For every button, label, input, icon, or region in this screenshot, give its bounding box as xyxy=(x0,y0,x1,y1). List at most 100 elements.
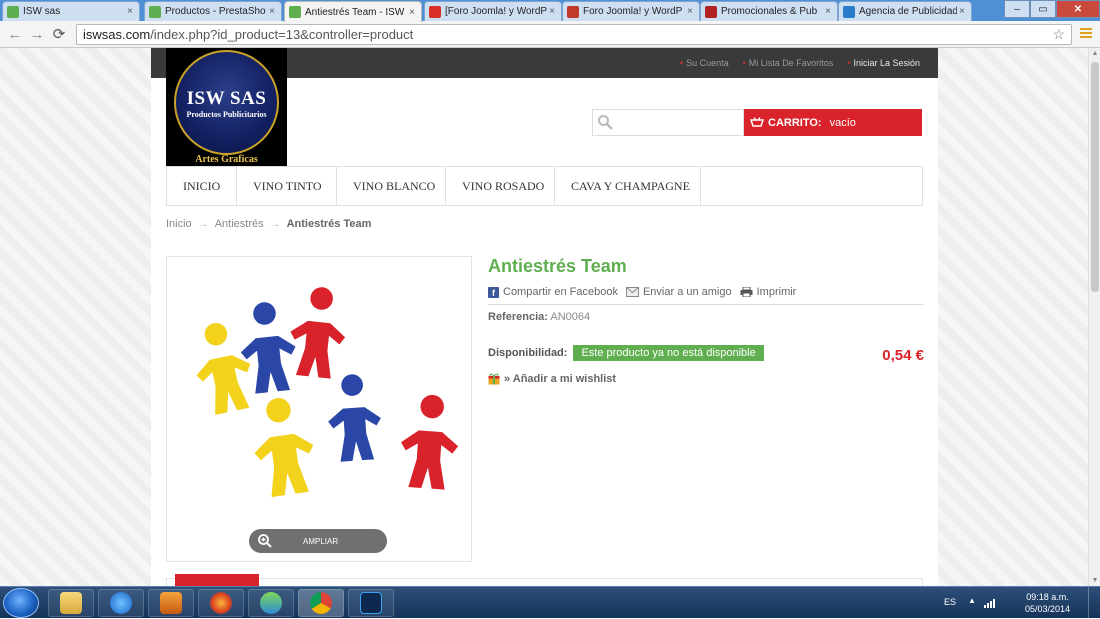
share-row: f Compartir en Facebook Enviar a un amig… xyxy=(488,286,924,305)
product-title: Antiestrés Team xyxy=(488,256,627,276)
photoshop-taskbar-icon[interactable] xyxy=(348,589,394,617)
printer-icon xyxy=(740,287,753,297)
facebook-icon: f xyxy=(488,286,499,298)
breadcrumb-link[interactable]: Antiestrés xyxy=(215,218,264,230)
breadcrumb: Inicio → Antiestrés → Antiestrés Team xyxy=(166,218,371,230)
nav-item-inicio[interactable]: INICIO xyxy=(167,167,237,205)
tab-favicon-icon xyxy=(429,5,441,18)
tray-expand-icon[interactable]: ▲ xyxy=(968,596,976,605)
show-desktop-button[interactable] xyxy=(1088,587,1100,619)
maximize-button[interactable]: ▭ xyxy=(1030,0,1056,18)
forward-arrow-icon[interactable]: → xyxy=(28,25,46,43)
tab-close-icon[interactable]: × xyxy=(407,7,417,18)
zoom-icon xyxy=(258,534,272,548)
browser-tab[interactable]: Promocionales & Pub × xyxy=(700,1,838,21)
reference-value: AN0064 xyxy=(550,311,591,323)
tab-close-icon[interactable]: × xyxy=(823,6,833,17)
login-link[interactable]: • Iniciar La Sesión xyxy=(847,58,920,68)
window-controls: – ▭ ✕ xyxy=(1004,0,1100,18)
gift-icon xyxy=(488,373,500,385)
product-image-box[interactable]: AMPLIAR xyxy=(166,256,472,562)
address-bar[interactable]: iswsas.com/index.php?id_product=13&contr… xyxy=(76,24,1072,45)
browser-tab[interactable]: Productos - PrestaSho × xyxy=(144,1,282,21)
tab-favicon-icon xyxy=(7,5,19,18)
account-link[interactable]: • Su Cuenta xyxy=(680,58,729,68)
nav-item-vino-rosado[interactable]: VINO ROSADO xyxy=(446,167,555,205)
reference-label: Referencia: xyxy=(488,311,548,323)
nav-item-cava-champagne[interactable]: CAVA Y CHAMPAGNE xyxy=(555,167,701,205)
add-to-wishlist-link[interactable]: » Añadir a mi wishlist xyxy=(488,373,924,385)
account-links: • Su Cuenta • Mi Lista De Favoritos • Inici… xyxy=(680,58,920,68)
red-figure xyxy=(285,284,351,380)
explorer-taskbar-icon[interactable] xyxy=(48,589,94,617)
cart-button[interactable]: CARRITO: vacío xyxy=(744,109,922,136)
browser-tab[interactable]: [Foro Joomla! y WordP × xyxy=(424,1,562,21)
tab-close-icon[interactable]: × xyxy=(547,6,557,17)
tab-close-icon[interactable]: × xyxy=(957,6,967,17)
product-tabs-box xyxy=(166,578,923,586)
clock[interactable]: 09:18 a.m. 05/03/2014 xyxy=(1025,591,1070,615)
messenger-taskbar-icon[interactable] xyxy=(248,589,294,617)
envelope-icon xyxy=(625,287,639,297)
browser-tab[interactable]: Foro Joomla! y WordP × xyxy=(562,1,700,21)
logo-sub-text: Productos Publicitarios xyxy=(186,110,267,119)
scrollbar-thumb[interactable] xyxy=(1091,62,1099,292)
vertical-scrollbar[interactable]: ▲ ▼ xyxy=(1088,48,1100,586)
tab-close-icon[interactable]: × xyxy=(267,6,277,17)
shop-container: • Su Cuenta • Mi Lista De Favoritos • Inici… xyxy=(151,48,938,586)
browser-toolbar: ← → ⟳ iswsas.com/index.php?id_product=13… xyxy=(0,21,1100,48)
start-button[interactable] xyxy=(3,588,39,618)
tab-close-icon[interactable]: × xyxy=(125,6,135,17)
nav-item-vino-tinto[interactable]: VINO TINTO xyxy=(237,167,337,205)
tab-favicon-icon xyxy=(567,5,579,18)
browser-tab-active[interactable]: Antiestrés Team - ISW × xyxy=(284,1,422,22)
tab-favicon-icon xyxy=(843,5,855,18)
product-info: Antiestrés Team f Compartir en Facebook … xyxy=(488,256,924,385)
wishlist-link[interactable]: • Mi Lista De Favoritos xyxy=(743,58,834,68)
breadcrumb-separator: → xyxy=(197,218,209,230)
browser-menu-icon[interactable] xyxy=(1080,26,1092,40)
minimize-button[interactable]: – xyxy=(1004,0,1030,18)
tab-title: Foro Joomla! y WordP xyxy=(583,6,683,17)
breadcrumb-link[interactable]: Inicio xyxy=(166,218,192,230)
logo-bottom-text: Artes Graficas xyxy=(195,154,258,165)
scroll-down-arrow-icon[interactable]: ▼ xyxy=(1091,577,1099,584)
internet-explorer-taskbar-icon[interactable] xyxy=(98,589,144,617)
windows-taskbar: ES ▲ 09:18 a.m. 05/03/2014 xyxy=(0,586,1100,619)
media-player-taskbar-icon[interactable] xyxy=(148,589,194,617)
print-link[interactable]: Imprimir xyxy=(740,286,796,298)
send-to-friend-link[interactable]: Enviar a un amigo xyxy=(625,286,732,298)
nav-item-vino-blanco[interactable]: VINO BLANCO xyxy=(337,167,446,205)
tab-title: Antiestrés Team - ISW xyxy=(305,6,405,18)
network-signal-icon[interactable] xyxy=(984,598,998,608)
search-input[interactable] xyxy=(617,113,739,132)
product-tab-active[interactable] xyxy=(175,574,259,586)
back-arrow-icon[interactable]: ← xyxy=(6,25,24,43)
scroll-up-arrow-icon[interactable]: ▲ xyxy=(1091,50,1099,57)
red-figure xyxy=(397,392,462,491)
site-logo[interactable]: ISW SAS Productos Publicitarios Artes Gr… xyxy=(166,48,287,168)
availability-label: Disponibilidad: xyxy=(488,347,568,359)
availability-badge: Este producto ya no está disponible xyxy=(573,345,764,361)
browser-tab[interactable]: ISW sas × xyxy=(2,1,140,21)
url-path: /index.php?id_product=13&controller=prod… xyxy=(150,27,414,42)
cart-label: CARRITO: xyxy=(768,116,822,129)
firefox-taskbar-icon[interactable] xyxy=(198,589,244,617)
language-indicator[interactable]: ES xyxy=(944,597,956,607)
tab-title: Agencia de Publicidad xyxy=(859,6,957,17)
clock-date: 05/03/2014 xyxy=(1024,604,1070,614)
tab-title: [Foro Joomla! y WordP xyxy=(445,6,547,17)
blue-figure xyxy=(324,372,384,463)
yellow-figure xyxy=(186,317,260,417)
browser-tab[interactable]: Agencia de Publicidad × xyxy=(838,1,972,21)
tab-close-icon[interactable]: × xyxy=(685,6,695,17)
bookmark-star-icon[interactable]: ☆ xyxy=(1052,26,1065,43)
chrome-taskbar-icon[interactable] xyxy=(298,589,344,617)
tab-title: Promocionales & Pub xyxy=(721,6,818,17)
reload-icon[interactable]: ⟳ xyxy=(50,25,68,43)
facebook-share-link[interactable]: f Compartir en Facebook xyxy=(488,286,618,298)
zoom-button[interactable]: AMPLIAR xyxy=(249,529,387,553)
close-window-button[interactable]: ✕ xyxy=(1056,0,1100,18)
search-icon[interactable] xyxy=(597,114,613,130)
product-image xyxy=(186,284,462,499)
